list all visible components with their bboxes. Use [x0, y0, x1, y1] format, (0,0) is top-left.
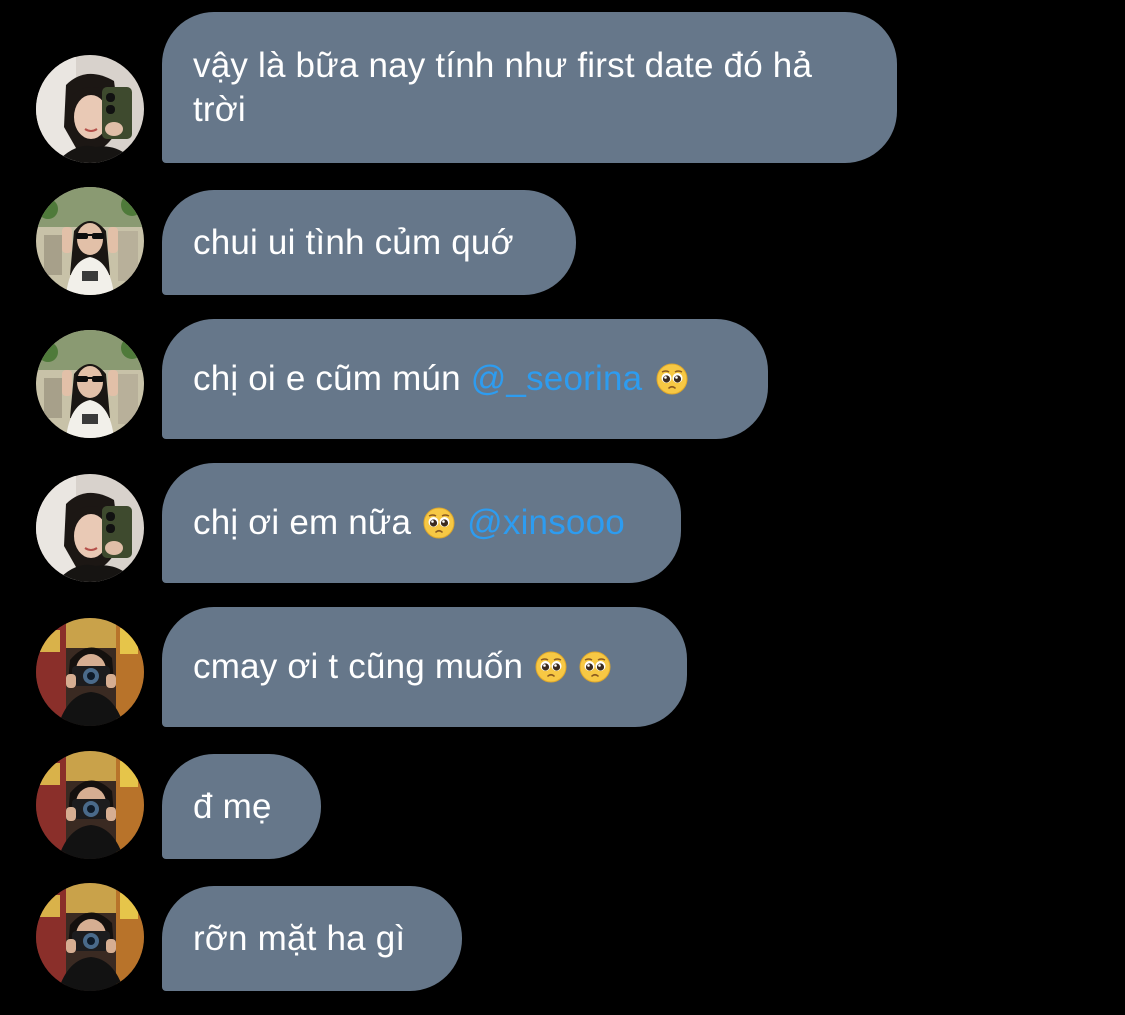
message-bubble[interactable]: đ mẹ: [162, 754, 321, 859]
message-text: chị ơi em nữa: [193, 503, 422, 542]
message-text: chui ui tình củm quớ: [193, 222, 514, 262]
avatar[interactable]: [36, 55, 144, 163]
avatar[interactable]: [36, 883, 144, 991]
mention-link[interactable]: @_seorina: [471, 357, 643, 401]
avatar[interactable]: [36, 330, 144, 438]
chat-thread: vậy là bữa nay tính như first date đó hả…: [0, 0, 1125, 1015]
message-text: đ mẹ: [193, 786, 272, 826]
message-text: vậy là bữa nay tính như first date đó hả…: [193, 45, 813, 129]
avatar[interactable]: [36, 751, 144, 859]
message-bubble[interactable]: chị oi e cũm mún @_seorina: [162, 319, 768, 439]
pleading-face-emoji: [535, 651, 567, 683]
avatar[interactable]: [36, 618, 144, 726]
avatar[interactable]: [36, 187, 144, 295]
message-bubble[interactable]: cmay ơi t cũng muốn: [162, 607, 687, 727]
message-bubble[interactable]: chị ơi em nữa @xinsooo: [162, 463, 681, 583]
message-text: cmay ơi t cũng muốn: [193, 647, 534, 686]
pleading-face-emoji: [579, 651, 611, 683]
mention-link[interactable]: @xinsooo: [467, 501, 625, 545]
pleading-face-emoji: [656, 363, 688, 395]
pleading-face-emoji: [423, 507, 455, 539]
message-bubble[interactable]: chui ui tình củm quớ: [162, 190, 576, 295]
message-bubble[interactable]: vậy là bữa nay tính như first date đó hả…: [162, 12, 897, 163]
message-bubble[interactable]: rỡn mặt ha gì: [162, 886, 462, 991]
message-text: rỡn mặt ha gì: [193, 918, 406, 958]
avatar[interactable]: [36, 474, 144, 582]
message-text: chị oi e cũm mún: [193, 359, 471, 398]
